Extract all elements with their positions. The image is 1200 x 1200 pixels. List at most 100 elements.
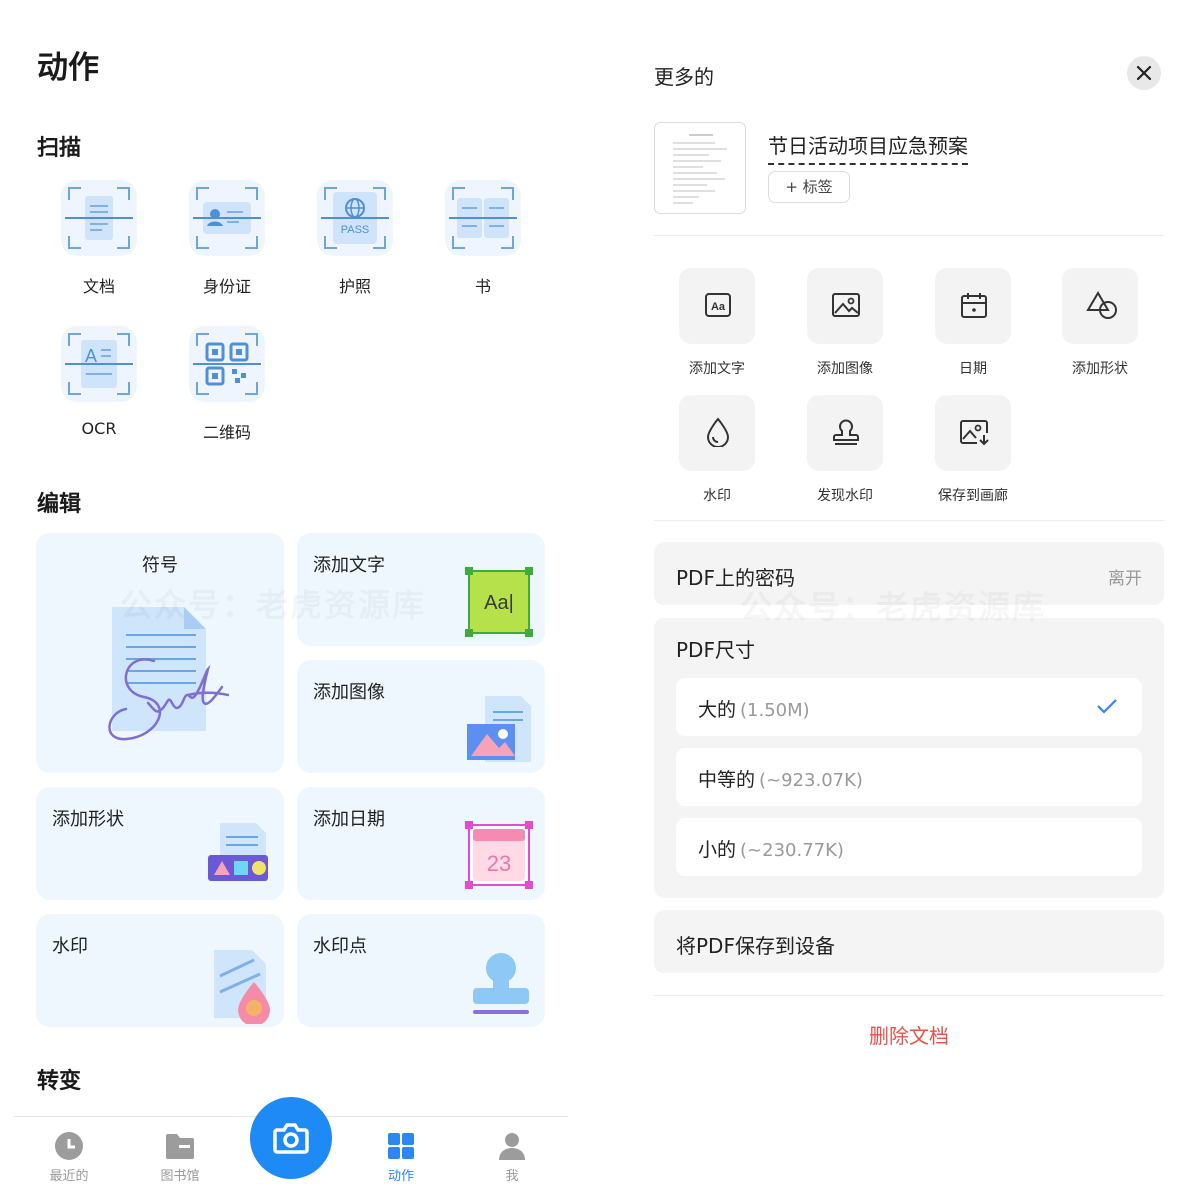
scan-document-button[interactable]: 文档 (49, 180, 149, 297)
more-title: 更多的 (654, 65, 714, 89)
action-label: 添加形状 (1072, 361, 1128, 377)
signature-icon (108, 607, 230, 741)
page-title: 动作 (37, 50, 99, 86)
actions-panel: 动作 扫描 文档 身份证 PASS 护照 书 A OCR 二维码 编辑 符号 添… (0, 0, 580, 1200)
nav-label: 我 (505, 1169, 519, 1184)
folder-icon (166, 1134, 194, 1159)
check-icon (1097, 699, 1117, 714)
action-save-to-gallery[interactable]: 保存到画廊 (918, 395, 1028, 505)
scan-label: OCR (81, 419, 117, 438)
action-label: 日期 (959, 361, 987, 377)
size-option-size: (~230.77K) (740, 840, 844, 861)
nav-label: 最近的 (49, 1169, 89, 1184)
action-label: 发现水印 (817, 488, 873, 504)
divider (654, 995, 1164, 996)
camera-button[interactable] (250, 1097, 332, 1179)
nav-library[interactable]: 图书馆 (150, 1131, 210, 1184)
card-label: 添加日期 (313, 809, 385, 830)
action-date[interactable]: 日期 (918, 268, 1028, 378)
watermark-text: 公众号：老虎资源库 (740, 582, 1046, 628)
stamp-card[interactable]: 水印点 (297, 914, 545, 1027)
action-add-shape[interactable]: 添加形状 (1045, 268, 1155, 378)
scan-section-title: 扫描 (37, 136, 82, 161)
scan-book-button[interactable]: 书 (433, 180, 533, 297)
nav-recent[interactable]: 最近的 (39, 1131, 99, 1184)
watermark-card[interactable]: 水印 (36, 914, 284, 1027)
signature-card[interactable]: 符号 (36, 533, 284, 773)
size-option-name: 大的 (698, 699, 737, 721)
action-label: 水印 (703, 488, 731, 504)
more-panel: 更多的 节日活动项目应急预案 + 标签 Aa 添加文字 添加图像 日期 添加形状 (630, 0, 1200, 1200)
camera-icon (273, 1123, 309, 1154)
stamp-icon (473, 953, 529, 1014)
card-label: 添加图像 (313, 682, 385, 703)
size-option-small[interactable]: 小的 (~230.77K) (676, 818, 1142, 876)
qr-code-scan-icon (189, 326, 265, 402)
card-label: 水印 (52, 936, 88, 957)
document-scan-icon (61, 180, 137, 256)
scan-ocr-button[interactable]: A OCR (49, 326, 149, 438)
size-option-large[interactable]: 大的 (1.50M) (676, 678, 1142, 736)
add-shape-card[interactable]: 添加形状 (36, 787, 284, 900)
passport-scan-icon: PASS (317, 180, 393, 256)
nav-actions[interactable]: 动作 (371, 1131, 431, 1184)
nav-label: 图书馆 (160, 1169, 200, 1184)
action-add-text[interactable]: Aa 添加文字 (662, 268, 772, 378)
clock-icon (55, 1132, 83, 1160)
calendar-icon (935, 268, 1011, 344)
passport-text: PASS (341, 224, 370, 236)
watermark-text: 公众号：老虎资源库 (120, 580, 426, 626)
add-date-card[interactable]: 添加日期 23 (297, 787, 545, 900)
scan-qr-code-button[interactable]: 二维码 (177, 326, 277, 443)
close-button[interactable] (1127, 56, 1161, 90)
text-box-icon: Aa (679, 268, 755, 344)
scan-label: 书 (474, 277, 491, 296)
nav-label: 动作 (387, 1169, 414, 1184)
action-add-image[interactable]: 添加图像 (790, 268, 900, 378)
pdf-size-title: PDF尺寸 (676, 638, 755, 662)
scan-passport-button[interactable]: PASS 护照 (305, 180, 405, 297)
add-tag-button[interactable]: + 标签 (768, 171, 850, 203)
add-image-card[interactable]: 添加图像 (297, 660, 545, 773)
scan-label: 身份证 (202, 277, 251, 296)
add-shape-icon (208, 823, 268, 881)
scan-label: 二维码 (202, 423, 251, 442)
watermark-icon (214, 950, 270, 1024)
save-to-device-label: 将PDF保存到设备 (676, 934, 835, 958)
person-icon (499, 1133, 525, 1160)
pdf-size-section: PDF尺寸 大的 (1.50M) 中等的 (~923.07K) 小的 (~230.77… (654, 618, 1164, 898)
svg-text:Aa: Aa (711, 301, 726, 313)
close-icon (1136, 65, 1152, 81)
pdf-password-value: 离开 (1108, 569, 1142, 589)
add-text-icon: Aa| (465, 567, 533, 637)
action-label: 保存到画廊 (938, 488, 1008, 504)
save-to-device-row[interactable]: 将PDF保存到设备 (654, 910, 1164, 973)
card-label: 水印点 (313, 936, 367, 957)
size-option-name: 中等的 (698, 769, 756, 791)
scan-id-card-button[interactable]: 身份证 (177, 180, 277, 297)
scan-label: 文档 (82, 277, 115, 296)
stamp-outline-icon (807, 395, 883, 471)
drop-icon (679, 395, 755, 471)
nav-me[interactable]: 我 (482, 1131, 542, 1184)
action-find-watermark[interactable]: 发现水印 (790, 395, 900, 505)
convert-section-title: 转变 (37, 1069, 82, 1094)
grid-icon (388, 1133, 414, 1159)
image-icon (807, 268, 883, 344)
document-thumbnail[interactable] (654, 122, 746, 214)
add-text-icon-text: Aa| (484, 592, 514, 614)
delete-document-button[interactable]: 删除文档 (630, 1020, 1188, 1049)
edit-section-title: 编辑 (37, 492, 82, 517)
add-image-icon (467, 696, 531, 762)
size-option-medium[interactable]: 中等的 (~923.07K) (676, 748, 1142, 806)
id-card-scan-icon (189, 180, 265, 256)
action-label: 添加文字 (689, 361, 745, 377)
action-watermark[interactable]: 水印 (662, 395, 772, 505)
size-option-size: (~923.07K) (759, 770, 863, 791)
document-name[interactable]: 节日活动项目应急预案 (768, 130, 968, 165)
divider (654, 520, 1164, 521)
shapes-icon (1062, 268, 1138, 344)
size-option-size: (1.50M) (740, 700, 810, 721)
action-label: 添加图像 (817, 361, 873, 377)
divider (654, 235, 1164, 236)
